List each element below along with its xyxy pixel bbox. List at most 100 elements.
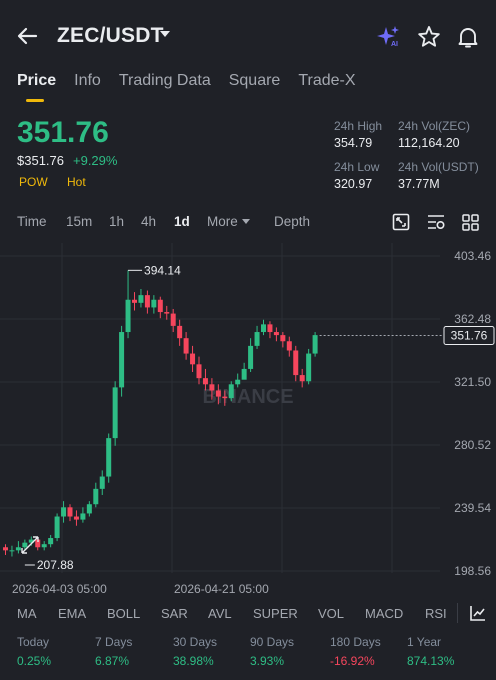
star-icon[interactable] — [416, 24, 442, 50]
candle — [125, 299, 131, 333]
tab-trade-x[interactable]: Trade-X — [298, 72, 355, 90]
candle — [235, 379, 241, 385]
price-change: +9.29% — [73, 153, 118, 168]
candlestick-chart[interactable]: BINANCE 403.46 362.48 321.50 280.52 239.54 19… — [0, 243, 496, 598]
x-tick-label: 2026-04-21 05:00 — [174, 582, 269, 596]
candle — [106, 438, 112, 477]
candle — [241, 368, 247, 380]
perf-value: 874.13% — [407, 654, 455, 668]
candle — [99, 476, 105, 489]
indicator-ma[interactable]: MA — [17, 606, 37, 621]
tag-pow[interactable]: POW — [19, 175, 48, 189]
candle — [202, 378, 208, 385]
perf-value: -16.92% — [330, 654, 375, 668]
vol-quote-label: 24h Vol(USDT) — [398, 160, 479, 174]
tf-4h[interactable]: 4h — [141, 214, 156, 229]
candle — [54, 516, 60, 539]
tf-1d[interactable]: 1d — [174, 214, 190, 229]
back-arrow-icon[interactable] — [14, 22, 42, 50]
indicator-macd[interactable]: MACD — [365, 606, 403, 621]
tf-depth[interactable]: Depth — [274, 214, 310, 229]
perf-label: 7 Days — [95, 635, 133, 649]
candle — [86, 504, 92, 514]
candle — [112, 387, 118, 439]
tab-square[interactable]: Square — [229, 72, 281, 90]
section-tabs: Price Info Trading Data Square Trade-X — [17, 72, 356, 102]
svg-text:AI: AI — [391, 41, 398, 48]
max-label: 394.14 — [144, 263, 181, 277]
indicator-ema[interactable]: EMA — [58, 606, 86, 621]
vol-base-label: 24h Vol(ZEC) — [398, 119, 471, 133]
divider — [457, 603, 458, 623]
top-bar: ZEC/USDT AI — [0, 0, 496, 70]
candle — [286, 341, 292, 351]
perf-label: 1 Year — [407, 635, 442, 649]
indicator-settings-icon[interactable] — [468, 603, 488, 628]
candle — [177, 325, 183, 339]
last-price-badge-label: 351.76 — [451, 328, 488, 342]
tf-1h[interactable]: 1h — [109, 214, 124, 229]
perf-label: 30 Days — [173, 635, 218, 649]
perf-label: 90 Days — [250, 635, 295, 649]
pair-title[interactable]: ZEC/USDT — [57, 24, 164, 48]
indicator-rsi[interactable]: RSI — [425, 606, 447, 621]
tf-more[interactable]: More — [207, 214, 238, 229]
candle — [209, 384, 215, 391]
candle — [151, 299, 157, 308]
perf-value: 6.87% — [95, 654, 130, 668]
candle — [280, 335, 286, 342]
candle — [170, 313, 176, 326]
candle — [248, 345, 254, 369]
usd-price: $351.76 — [17, 153, 64, 168]
candle — [299, 375, 305, 382]
candle — [61, 507, 67, 517]
perf-value: 3.93% — [250, 654, 285, 668]
candle — [261, 324, 266, 333]
y-tick-label: 239.54 — [454, 501, 491, 515]
indicator-avl[interactable]: AVL — [208, 606, 232, 621]
candle — [22, 542, 28, 548]
bell-icon[interactable] — [455, 24, 481, 50]
ai-sparkle-icon[interactable]: AI — [376, 24, 402, 50]
perf-value: 0.25% — [17, 654, 52, 668]
y-tick-label: 198.56 — [454, 564, 491, 578]
tag-hot[interactable]: Hot — [67, 175, 86, 189]
indicator-super[interactable]: SUPER — [253, 606, 298, 621]
x-tick-label: 2026-04-03 05:00 — [12, 582, 107, 596]
chart-settings-icon[interactable] — [426, 212, 446, 232]
perf-value: 38.98% — [173, 654, 214, 668]
candle — [222, 396, 228, 399]
candle — [190, 353, 196, 365]
tf-time[interactable]: Time — [17, 214, 47, 229]
candle — [48, 538, 54, 545]
candle — [119, 332, 125, 388]
candle — [215, 390, 221, 397]
tab-info[interactable]: Info — [74, 72, 101, 90]
candle — [228, 384, 234, 399]
candle — [183, 338, 189, 354]
grid-layout-icon[interactable] — [461, 212, 481, 232]
y-tick-label: 403.46 — [454, 249, 491, 263]
indicator-boll[interactable]: BOLL — [107, 606, 140, 621]
vol-quote-value: 37.77M — [398, 177, 440, 191]
y-tick-label: 321.50 — [454, 375, 491, 389]
perf-label: 180 Days — [330, 635, 381, 649]
candle — [157, 299, 163, 313]
candle — [144, 295, 150, 308]
y-tick-label: 362.48 — [454, 312, 491, 326]
indicator-sar[interactable]: SAR — [161, 606, 188, 621]
low-value: 320.97 — [334, 177, 373, 191]
candle — [73, 516, 79, 520]
tab-price[interactable]: Price — [17, 72, 56, 102]
tf-15m[interactable]: 15m — [66, 214, 92, 229]
candle — [306, 353, 312, 382]
chart-canvas[interactable]: BINANCE 403.46 362.48 321.50 280.52 239.54 19… — [0, 243, 496, 598]
more-caret-icon[interactable] — [242, 219, 250, 224]
fullscreen-icon[interactable] — [391, 212, 411, 232]
candle — [293, 350, 299, 376]
indicator-vol[interactable]: VOL — [318, 606, 344, 621]
chevron-down-icon[interactable] — [160, 31, 170, 37]
candle — [3, 547, 8, 551]
candle — [273, 332, 279, 336]
tab-trading-data[interactable]: Trading Data — [119, 72, 211, 90]
